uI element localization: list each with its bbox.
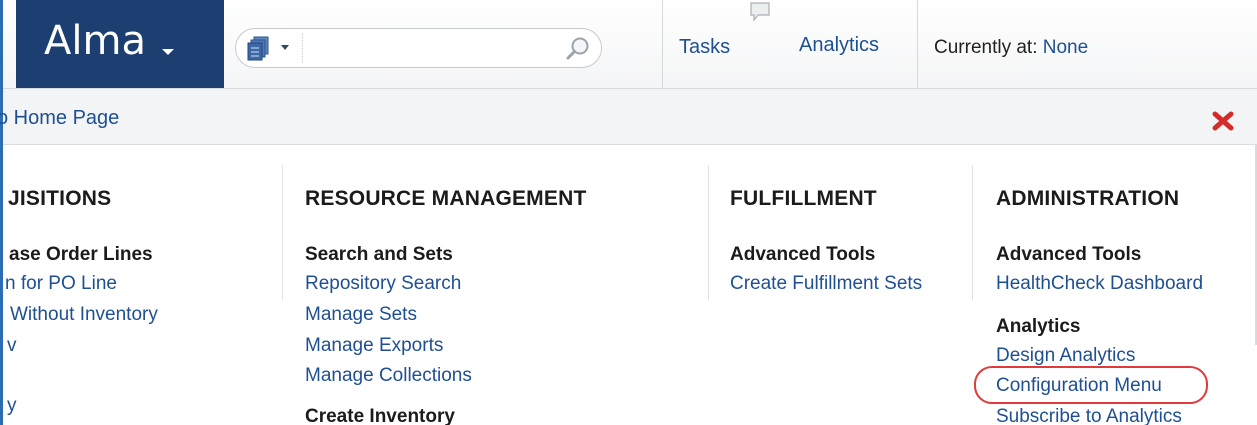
analytics-link[interactable]: Analytics bbox=[799, 34, 879, 57]
chevron-down-icon bbox=[281, 45, 289, 50]
main-mega-menu: JISITIONS ase Order Lines n for PO Line … bbox=[3, 145, 1257, 425]
menu-item-create-fulfillment-sets[interactable]: Create Fulfillment Sets bbox=[730, 273, 922, 295]
current-location-value[interactable]: None bbox=[1043, 37, 1088, 58]
logo-text: Alma bbox=[44, 18, 146, 64]
close-icon[interactable] bbox=[1212, 111, 1234, 131]
column-heading: JISITIONS bbox=[8, 187, 112, 210]
column-heading: RESOURCE MANAGEMENT bbox=[305, 187, 587, 210]
menu-item-manage-exports[interactable]: Manage Exports bbox=[305, 335, 443, 357]
top-header: Alma Tasks Analytics Currently at: None bbox=[3, 0, 1257, 89]
group-title: Create Inventory bbox=[305, 406, 455, 425]
tasks-link[interactable]: Tasks bbox=[679, 36, 730, 59]
menu-item[interactable]: Without Inventory bbox=[10, 304, 158, 326]
group-title: ase Order Lines bbox=[9, 244, 153, 265]
menu-item-manage-sets[interactable]: Manage Sets bbox=[305, 304, 417, 326]
search-icon[interactable] bbox=[565, 36, 591, 62]
menu-column-resource-management: RESOURCE MANAGEMENT Search and Sets Repo… bbox=[305, 145, 705, 425]
header-divider bbox=[917, 0, 918, 88]
menu-item-repository-search[interactable]: Repository Search bbox=[305, 273, 461, 295]
menu-item-subscribe-to-analytics[interactable]: Subscribe to Analytics bbox=[996, 406, 1182, 425]
search-input[interactable] bbox=[302, 33, 557, 63]
menu-item[interactable]: y bbox=[7, 395, 17, 417]
menu-item-design-analytics[interactable]: Design Analytics bbox=[996, 345, 1135, 367]
group-title: Analytics bbox=[996, 316, 1081, 337]
comment-bubble-icon[interactable] bbox=[750, 2, 772, 24]
search-box bbox=[235, 28, 602, 68]
current-location-label: Currently at: bbox=[934, 37, 1038, 58]
group-title: Search and Sets bbox=[305, 244, 453, 265]
chevron-down-icon bbox=[162, 49, 174, 55]
menu-item[interactable]: v bbox=[7, 335, 17, 357]
column-divider bbox=[972, 165, 973, 300]
column-divider bbox=[282, 165, 283, 300]
current-location[interactable]: Currently at: None bbox=[934, 37, 1088, 59]
column-divider bbox=[708, 165, 709, 300]
menu-item-manage-collections[interactable]: Manage Collections bbox=[305, 365, 472, 387]
column-heading: FULFILLMENT bbox=[730, 187, 877, 210]
column-heading: ADMINISTRATION bbox=[996, 187, 1180, 210]
search-type-selector[interactable] bbox=[240, 33, 300, 63]
group-title: Advanced Tools bbox=[730, 244, 876, 265]
menu-column-acquisitions: JISITIONS ase Order Lines n for PO Line … bbox=[3, 145, 273, 425]
alma-logo-menu[interactable]: Alma bbox=[16, 0, 224, 88]
group-title: Advanced Tools bbox=[996, 244, 1142, 265]
documents-icon bbox=[247, 36, 269, 61]
menu-column-fulfillment: FULFILLMENT Advanced Tools Create Fulfil… bbox=[730, 145, 970, 425]
highlight-annotation bbox=[974, 366, 1208, 404]
header-divider bbox=[662, 0, 663, 88]
menu-subbar: o Home Page bbox=[0, 89, 1257, 145]
menu-item-healthcheck-dashboard[interactable]: HealthCheck Dashboard bbox=[996, 273, 1203, 295]
home-page-link[interactable]: o Home Page bbox=[0, 107, 197, 130]
menu-item[interactable]: n for PO Line bbox=[5, 273, 117, 295]
